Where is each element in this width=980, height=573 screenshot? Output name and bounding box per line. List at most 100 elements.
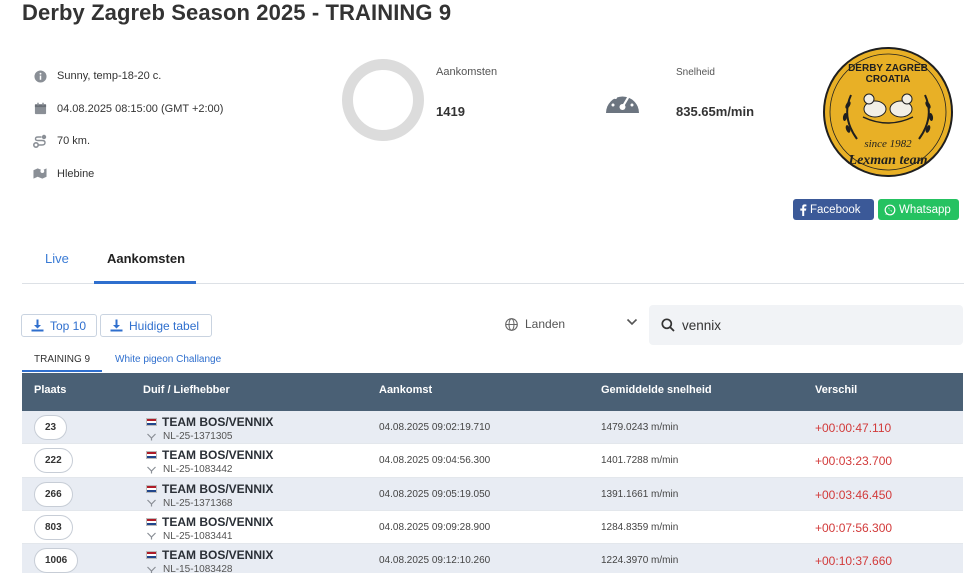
chevron-down-icon [626, 318, 638, 326]
average-speed: 1224.3970 m/min [601, 555, 679, 567]
search-value: vennix [682, 317, 722, 333]
page-title: Derby Zagreb Season 2025 - TRAINING 9 [22, 0, 452, 25]
ring-label: NL-25-1371305 [163, 431, 233, 442]
download-icon [31, 319, 44, 332]
ring-number: NL-25-1083442 [146, 464, 233, 475]
header-place[interactable]: Plaats [34, 384, 66, 396]
arrivals-label: Aankomsten [436, 66, 498, 78]
place-badge: 1006 [34, 548, 79, 573]
distance-row: 70 km. [33, 125, 223, 158]
time-difference: +00:00:47.110 [815, 421, 892, 435]
whatsapp-share-button[interactable]: Whatsapp [878, 199, 959, 220]
team-name: TEAM BOS/VENNIX [146, 482, 273, 496]
active-subtab-indicator [22, 370, 102, 372]
average-speed: 1401.7288 m/min [601, 455, 679, 467]
speed-value: 835.65m/min [676, 104, 755, 119]
place-badge: 266 [34, 481, 73, 507]
table-row[interactable]: 222 TEAM BOS/VENNIX NL-25-1083442 04.08.… [22, 444, 963, 478]
race-subtabs: TRAINING 9 White pigeon Challange [22, 350, 964, 372]
table-row[interactable]: 803 TEAM BOS/VENNIX NL-25-1083441 04.08.… [22, 510, 963, 545]
current-table-download-button[interactable]: Huidige tabel [100, 314, 212, 337]
club-logo: DERBY ZAGREB CROATIA since 1982 Lexman t… [823, 47, 953, 177]
average-speed: 1479.0243 m/min [601, 422, 679, 433]
team-label: TEAM BOS/VENNIX [162, 548, 274, 563]
pigeon-icon [146, 433, 157, 441]
table-header: Plaats Duif / Liefhebber Aankomst Gemidd… [22, 373, 963, 411]
top10-download-button[interactable]: Top 10 [21, 314, 97, 337]
facebook-share-button[interactable]: Facebook [793, 199, 874, 220]
header-pigeon[interactable]: Duif / Liefhebber [143, 384, 230, 396]
active-tab-indicator [94, 281, 196, 284]
pigeon-icon [146, 466, 157, 474]
results-table: Plaats Duif / Liefhebber Aankomst Gemidd… [22, 373, 963, 573]
time-difference: +00:03:23.700 [815, 454, 893, 469]
facebook-icon [799, 203, 807, 216]
team-name: TEAM BOS/VENNIX [146, 415, 273, 429]
distance-text: 70 km. [57, 135, 91, 148]
map-icon [33, 167, 47, 181]
gauge-icon [604, 85, 641, 120]
flag-nl-icon [146, 517, 157, 526]
place-badge: 222 [34, 448, 73, 474]
subtab-white-pigeon-challenge[interactable]: White pigeon Challange [115, 354, 221, 365]
download-icon [110, 319, 123, 332]
header-diff[interactable]: Verschil [815, 384, 857, 396]
table-row[interactable]: 23 TEAM BOS/VENNIX NL-25-1371305 04.08.2… [22, 411, 963, 445]
weather-row: Sunny, temp-18-20 c. [33, 60, 223, 93]
route-icon [33, 134, 47, 149]
logo-team: Lexman team [848, 153, 928, 168]
ring-number: NL-15-1083428 [146, 564, 233, 573]
search-icon [661, 318, 675, 332]
facebook-label: Facebook [810, 203, 861, 216]
team-label: TEAM BOS/VENNIX [162, 514, 274, 529]
time-difference: +00:03:46.450 [815, 487, 893, 502]
arrival-time: 04.08.2025 09:05:19.050 [379, 488, 491, 500]
countries-select[interactable]: Landen [505, 315, 638, 333]
time-difference: +00:07:56.300 [815, 520, 893, 535]
header-speed[interactable]: Gemiddelde snelheid [601, 384, 712, 396]
search-input[interactable]: vennix [649, 305, 963, 345]
arrival-time: 04.08.2025 09:04:56.300 [379, 455, 491, 467]
tab-aankomsten[interactable]: Aankomsten [107, 251, 185, 266]
ring-label: NL-15-1083428 [163, 564, 233, 573]
ring-label: NL-25-1083442 [163, 464, 233, 476]
info-icon [33, 69, 47, 83]
countries-label: Landen [525, 317, 566, 331]
tab-live[interactable]: Live [45, 251, 69, 266]
team-label: TEAM BOS/VENNIX [162, 448, 274, 463]
ring-number: NL-25-1371305 [146, 431, 233, 442]
pigeon-icon [146, 499, 157, 507]
datetime-text: 04.08.2025 08:15:00 (GMT +2:00) [57, 102, 224, 115]
ring-number: NL-25-1083441 [146, 531, 233, 542]
datetime-row: 04.08.2025 08:15:00 (GMT +2:00) [33, 93, 223, 126]
arrivals-donut-chart [342, 59, 424, 141]
ring-label: NL-25-1083441 [163, 530, 233, 542]
logo-line1: DERBY ZAGREB [848, 63, 928, 74]
subtab-training[interactable]: TRAINING 9 [34, 354, 90, 365]
arrivals-value: 1419 [436, 104, 465, 119]
team-label: TEAM BOS/VENNIX [162, 481, 274, 496]
weather-text: Sunny, temp-18-20 c. [57, 70, 162, 83]
current-table-label: Huidige tabel [129, 318, 200, 333]
location-row: Hlebine [33, 158, 223, 191]
table-row[interactable]: 266 TEAM BOS/VENNIX NL-25-1371368 04.08.… [22, 477, 963, 511]
arrival-time: 04.08.2025 09:02:19.710 [379, 422, 491, 433]
table-row[interactable]: 1006 TEAM BOS/VENNIX NL-15-1083428 04.08… [22, 544, 963, 573]
globe-icon [505, 317, 518, 331]
team-name: TEAM BOS/VENNIX [146, 548, 273, 562]
pigeon-icon [146, 532, 157, 540]
flag-nl-icon [146, 551, 157, 560]
average-speed: 1391.1661 m/min [601, 488, 679, 500]
flag-nl-icon [146, 451, 157, 460]
average-speed: 1284.8359 m/min [601, 521, 679, 533]
time-difference: +00:10:37.660 [815, 554, 893, 569]
arrival-time: 04.08.2025 09:09:28.900 [379, 521, 491, 533]
logo-line2: CROATIA [866, 74, 911, 85]
pigeon-icon [146, 566, 157, 573]
ring-label: NL-25-1371368 [163, 497, 233, 509]
team-label: TEAM BOS/VENNIX [162, 415, 274, 429]
whatsapp-label: Whatsapp [899, 203, 951, 216]
place-badge: 23 [34, 415, 68, 440]
header-arrival[interactable]: Aankomst [379, 384, 432, 396]
top10-label: Top 10 [50, 318, 87, 333]
